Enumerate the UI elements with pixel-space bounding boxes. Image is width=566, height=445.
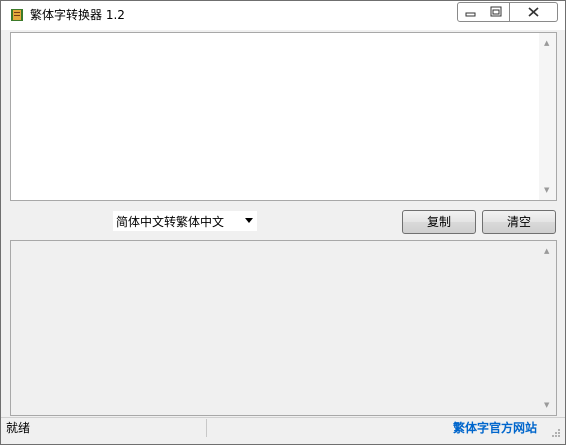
scroll-up-icon[interactable]: ▲ (544, 248, 549, 255)
clear-button[interactable]: 清空 (482, 210, 556, 234)
maximize-button[interactable] (483, 2, 510, 22)
close-button[interactable] (510, 2, 558, 22)
result-text-output[interactable] (13, 243, 538, 411)
minimize-icon (465, 12, 476, 17)
close-icon (528, 7, 539, 17)
result-scrollbar[interactable]: ▲ ▼ (539, 241, 556, 415)
conversion-mode-select[interactable]: 简体中文转繁体中文 (113, 211, 257, 231)
official-site-link[interactable]: 繁体字官方网站 (453, 419, 537, 437)
copy-button[interactable]: 复制 (402, 210, 476, 234)
result-text-area[interactable]: ▲ ▼ (10, 240, 557, 416)
resize-grip-icon[interactable] (551, 427, 561, 437)
scroll-down-icon[interactable]: ▼ (544, 187, 549, 194)
source-scrollbar[interactable]: ▲ ▼ (539, 33, 556, 200)
source-text-input[interactable] (13, 35, 538, 197)
status-bar: 就绪 繁体字官方网站 (1, 417, 565, 444)
maximize-icon (490, 6, 502, 17)
main-window: 繁体字转换器 1.2 ▲ ▼ 简体中文转繁体中文 复制 清空 ▲ ▼ 就绪 繁体… (0, 0, 566, 445)
source-text-area[interactable]: ▲ ▼ (10, 32, 557, 201)
window-title: 繁体字转换器 1.2 (30, 8, 125, 22)
scroll-down-icon[interactable]: ▼ (544, 402, 549, 409)
chevron-down-icon[interactable] (245, 218, 253, 223)
conversion-mode-value: 简体中文转繁体中文 (116, 215, 225, 229)
title-bar[interactable]: 繁体字转换器 1.2 (1, 1, 565, 30)
status-text: 就绪 (6, 419, 207, 437)
scroll-up-icon[interactable]: ▲ (544, 40, 549, 47)
book-icon (10, 8, 24, 22)
minimize-button[interactable] (457, 2, 484, 22)
